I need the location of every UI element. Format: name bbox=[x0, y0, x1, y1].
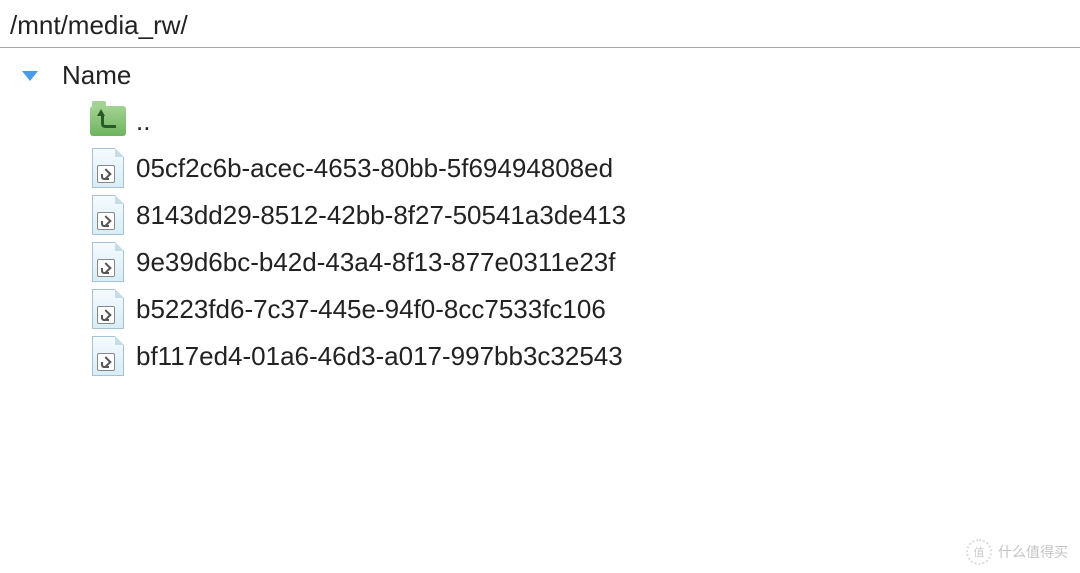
file-row[interactable]: 05cf2c6b-acec-4653-80bb-5f69494808ed bbox=[90, 146, 1080, 190]
expand-triangle-icon[interactable] bbox=[22, 71, 38, 81]
watermark-icon: 值 bbox=[966, 539, 992, 565]
shortcut-file-icon bbox=[92, 195, 124, 235]
watermark-text: 什么值得买 bbox=[998, 542, 1068, 562]
shortcut-file-icon bbox=[92, 336, 124, 376]
watermark: 值 什么值得买 bbox=[966, 539, 1068, 565]
shortcut-file-icon bbox=[92, 289, 124, 329]
file-name: 05cf2c6b-acec-4653-80bb-5f69494808ed bbox=[136, 153, 613, 184]
file-name: b5223fd6-7c37-445e-94f0-8cc7533fc106 bbox=[136, 294, 606, 325]
current-path: /mnt/media_rw/ bbox=[10, 10, 188, 40]
parent-folder-row[interactable]: .. bbox=[90, 99, 1080, 143]
parent-folder-label: .. bbox=[136, 106, 150, 137]
column-header-row: Name bbox=[22, 60, 1080, 91]
path-bar[interactable]: /mnt/media_rw/ bbox=[0, 0, 1080, 48]
file-row[interactable]: bf117ed4-01a6-46d3-a017-997bb3c32543 bbox=[90, 334, 1080, 378]
file-list: .. 05cf2c6b-acec-4653-80bb-5f69494808ed … bbox=[90, 99, 1080, 378]
file-row[interactable]: 8143dd29-8512-42bb-8f27-50541a3de413 bbox=[90, 193, 1080, 237]
file-name: 8143dd29-8512-42bb-8f27-50541a3de413 bbox=[136, 200, 626, 231]
file-row[interactable]: 9e39d6bc-b42d-43a4-8f13-877e0311e23f bbox=[90, 240, 1080, 284]
file-row[interactable]: b5223fd6-7c37-445e-94f0-8cc7533fc106 bbox=[90, 287, 1080, 331]
shortcut-file-icon bbox=[92, 148, 124, 188]
file-name: 9e39d6bc-b42d-43a4-8f13-877e0311e23f bbox=[136, 247, 616, 278]
parent-folder-icon bbox=[90, 106, 126, 136]
file-name: bf117ed4-01a6-46d3-a017-997bb3c32543 bbox=[136, 341, 623, 372]
column-header-name[interactable]: Name bbox=[62, 60, 131, 91]
shortcut-file-icon bbox=[92, 242, 124, 282]
